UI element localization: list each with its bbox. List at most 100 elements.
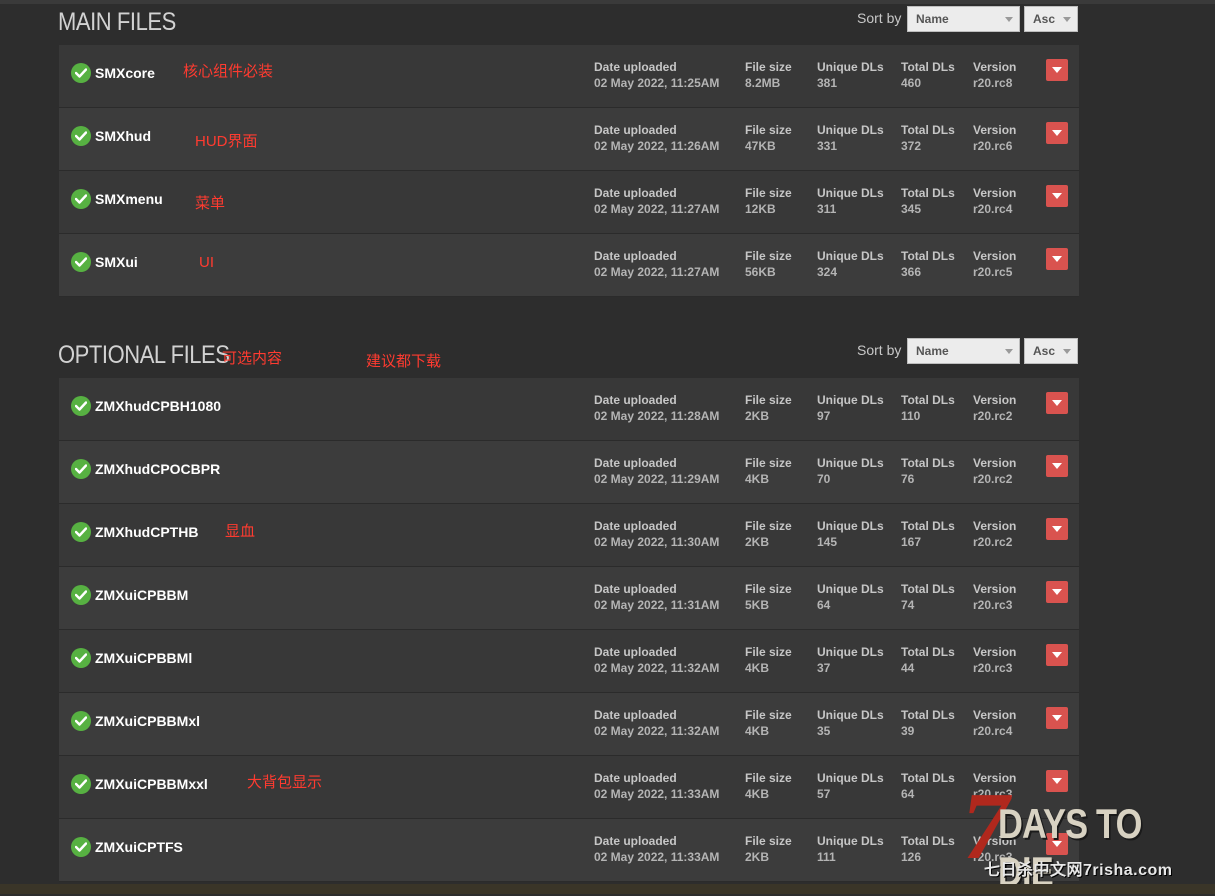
file-name[interactable]: SMXhud (95, 128, 151, 144)
date-uploaded-label: Date uploaded (594, 249, 677, 263)
main-sort-field-select[interactable]: Name (907, 6, 1020, 32)
unique-dls-value: 70 (817, 472, 831, 486)
check-circle-icon (71, 459, 91, 479)
chevron-down-icon (1052, 256, 1062, 262)
main-sort-label: Sort by (857, 10, 902, 26)
download-toggle-button[interactable] (1046, 455, 1068, 477)
file-row: ZMXhudCPBH1080 Date uploaded 02 May 2022, … (59, 378, 1079, 441)
file-size-value: 2KB (745, 850, 770, 864)
total-dls-column: Total DLs 460 (901, 59, 955, 91)
file-size-value: 12KB (745, 202, 776, 216)
download-toggle-button[interactable] (1046, 644, 1068, 666)
check-circle-icon (71, 126, 91, 146)
date-uploaded-label: Date uploaded (594, 393, 677, 407)
select-caret-icon (1063, 17, 1071, 22)
optional-sort-field-select[interactable]: Name (907, 338, 1020, 364)
total-dls-value: 126 (901, 850, 922, 864)
watermark-title: DAYS TO DIE (998, 800, 1142, 895)
download-toggle-button[interactable] (1046, 581, 1068, 603)
download-toggle-button[interactable] (1046, 392, 1068, 414)
optional-sort-order-value: Asc (1033, 344, 1056, 358)
unique-dls-column: Unique DLs 311 (817, 185, 884, 217)
unique-dls-column: Unique DLs 111 (817, 833, 884, 865)
version-label: Version (973, 582, 1017, 596)
total-dls-column: Total DLs 74 (901, 581, 955, 613)
file-name[interactable]: ZMXuiCPBBM (95, 587, 188, 603)
date-uploaded-value: 02 May 2022, 11:27AM (594, 202, 720, 216)
file-name[interactable]: SMXcore (95, 65, 155, 81)
download-toggle-button[interactable] (1046, 518, 1068, 540)
version-label: Version (973, 249, 1017, 263)
download-toggle-button[interactable] (1046, 59, 1068, 81)
date-uploaded-value: 02 May 2022, 11:28AM (594, 409, 720, 423)
check-circle-icon (71, 189, 91, 209)
version-label: Version (973, 60, 1017, 74)
file-name[interactable]: SMXmenu (95, 191, 163, 207)
date-uploaded-label: Date uploaded (594, 708, 677, 722)
file-name[interactable]: ZMXuiCPBBMxxl (95, 776, 208, 792)
file-name[interactable]: ZMXhudCPBH1080 (95, 398, 221, 414)
main-sort-order-select[interactable]: Asc (1024, 6, 1078, 32)
version-value: r20.rc2 (973, 472, 1013, 486)
file-size-label: File size (745, 645, 792, 659)
file-row: ZMXuiCPBBMl Date uploaded 02 May 2022, 11:… (59, 630, 1079, 693)
total-dls-column: Total DLs 76 (901, 455, 955, 487)
file-size-value: 2KB (745, 535, 770, 549)
date-uploaded-label: Date uploaded (594, 123, 677, 137)
download-toggle-button[interactable] (1046, 185, 1068, 207)
date-uploaded-value: 02 May 2022, 11:33AM (594, 850, 720, 864)
total-dls-value: 44 (901, 661, 915, 675)
date-uploaded-label: Date uploaded (594, 582, 677, 596)
unique-dls-label: Unique DLs (817, 186, 884, 200)
annotation-recommend: 建议都下载 (366, 353, 442, 370)
total-dls-column: Total DLs 44 (901, 644, 955, 676)
file-row: SMXhud Date uploaded 02 May 2022, 11:26AM F… (59, 108, 1079, 171)
optional-sort-order-select[interactable]: Asc (1024, 338, 1078, 364)
date-uploaded-column: Date uploaded 02 May 2022, 11:33AM (594, 833, 719, 865)
version-value: r20.rc4 (973, 202, 1013, 216)
file-size-label: File size (745, 834, 792, 848)
version-value: r20.rc4 (973, 724, 1013, 738)
check-circle-icon (71, 585, 91, 605)
annotation-note: HUD界面 (195, 133, 258, 150)
version-label: Version (973, 645, 1017, 659)
select-caret-icon (1005, 17, 1013, 22)
optional-files-list: ZMXhudCPBH1080 Date uploaded 02 May 2022, … (59, 378, 1079, 882)
total-dls-column: Total DLs 126 (901, 833, 955, 865)
file-name[interactable]: ZMXuiCPBBMl (95, 650, 192, 666)
file-row: ZMXuiCPBBM Date uploaded 02 May 2022, 11:3… (59, 567, 1079, 630)
download-toggle-button[interactable] (1046, 248, 1068, 270)
version-value: r20.rc3 (973, 661, 1013, 675)
file-row: ZMXuiCPTFS Date uploaded 02 May 2022, 11:3… (59, 819, 1079, 882)
file-name[interactable]: ZMXuiCPTFS (95, 839, 183, 855)
date-uploaded-column: Date uploaded 02 May 2022, 11:32AM (594, 707, 719, 739)
download-toggle-button[interactable] (1046, 122, 1068, 144)
file-row: ZMXhudCPOCBPR Date uploaded 02 May 2022, 1… (59, 441, 1079, 504)
file-size-column: File size 2KB (745, 833, 792, 865)
download-toggle-button[interactable] (1046, 707, 1068, 729)
main-sort-field-value: Name (916, 12, 949, 26)
unique-dls-label: Unique DLs (817, 708, 884, 722)
total-dls-label: Total DLs (901, 519, 955, 533)
date-uploaded-column: Date uploaded 02 May 2022, 11:28AM (594, 392, 719, 424)
file-size-column: File size 12KB (745, 185, 792, 217)
date-uploaded-column: Date uploaded 02 May 2022, 11:33AM (594, 770, 719, 802)
version-label: Version (973, 519, 1017, 533)
file-name[interactable]: ZMXhudCPOCBPR (95, 461, 220, 477)
total-dls-value: 366 (901, 265, 922, 279)
file-name[interactable]: ZMXuiCPBBMxl (95, 713, 200, 729)
optional-sort-label: Sort by (857, 342, 902, 358)
date-uploaded-value: 02 May 2022, 11:31AM (594, 598, 720, 612)
unique-dls-label: Unique DLs (817, 834, 884, 848)
total-dls-label: Total DLs (901, 60, 955, 74)
version-label: Version (973, 123, 1017, 137)
version-column: Version r20.rc6 (973, 122, 1016, 154)
file-name[interactable]: SMXui (95, 254, 138, 270)
file-name[interactable]: ZMXhudCPTHB (95, 524, 198, 540)
file-size-label: File size (745, 582, 792, 596)
unique-dls-column: Unique DLs 64 (817, 581, 884, 613)
total-dls-column: Total DLs 110 (901, 392, 955, 424)
file-size-column: File size 8.2MB (745, 59, 792, 91)
file-row: SMXmenu Date uploaded 02 May 2022, 11:27AM… (59, 171, 1079, 234)
version-value: r20.rc8 (973, 76, 1013, 90)
